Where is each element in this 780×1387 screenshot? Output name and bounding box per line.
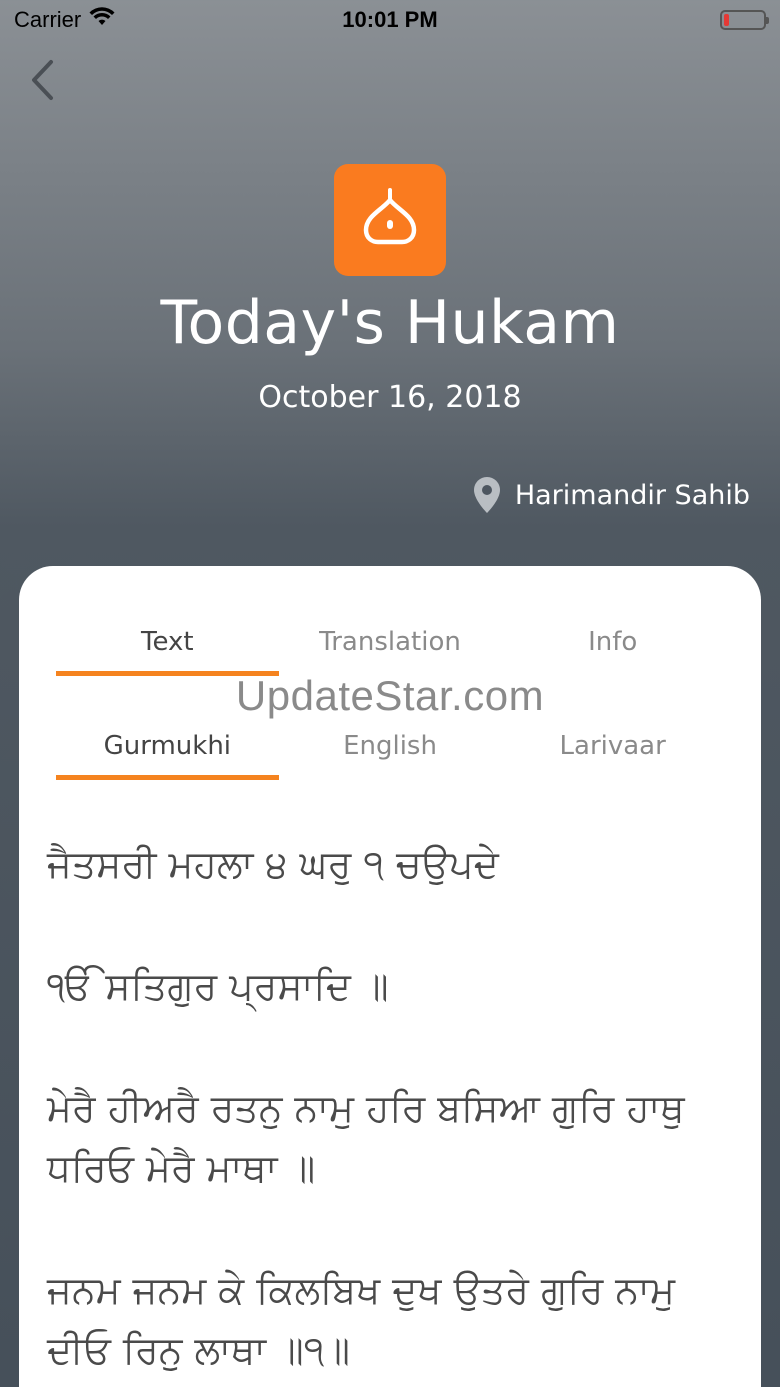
page-title: Today's Hukam [160,288,620,358]
carrier-label: Carrier [14,7,82,32]
verse-line: ੴ ਸਤਿਗੁਰ ਪ੍ਰਸਾਦਿ ॥ [47,964,389,1008]
tab-english[interactable]: English [279,720,502,780]
script-tabs: Gurmukhi English Larivaar [56,720,724,780]
chevron-left-icon [32,60,53,100]
dome-icon [363,188,417,245]
verse-line: ਮੇਰੈ ਹੀਅਰੈ ਰਤਨੁ ਨਾਮੁ ਹਰਿ ਬਸਿਆ ਗੁਰਿ ਹਾਥੁ … [47,1086,685,1190]
wifi-icon [89,7,115,33]
battery-icon [720,10,769,30]
status-bar: Carrier 10:01 PM [0,0,780,40]
verse-line: ਜੈਤਸਰੀ ਮਹਲਾ ੪ ਘਰੁ ੧ ਚਉਪਦੇ [47,842,499,886]
tab-translation[interactable]: Translation [279,616,502,676]
location-selector[interactable]: Harimandir Sahib [473,476,750,514]
gurbani-text: ਜੈਤਸਰੀ ਮਹਲਾ ੪ ਘਰੁ ੧ ਚਉਪਦੇ ੴ ਸਤਿਗੁਰ ਪ੍ਰਸਾ… [47,834,747,1387]
tab-text[interactable]: Text [56,616,279,676]
watermark-text: UpdateStar.com [235,672,545,719]
status-time: 10:01 PM [342,7,438,32]
app-icon [334,164,446,276]
hukam-date: October 16, 2018 [258,380,522,415]
location-label: Harimandir Sahib [514,479,750,511]
tab-info[interactable]: Info [501,616,724,676]
back-button[interactable] [22,58,62,102]
tab-larivaar[interactable]: Larivaar [501,720,724,780]
map-pin-icon [473,477,500,513]
hukam-card: Text Translation Info UpdateStar.com Gur… [19,566,761,1387]
tab-gurmukhi[interactable]: Gurmukhi [56,720,279,780]
status-left: Carrier [14,7,115,33]
verse-line: ਜਨਮ ਜਨਮ ਕੇ ਕਿਲਬਿਖ ਦੁਖ ਉਤਰੇ ਗੁਰਿ ਨਾਮੁ ਦੀਓ… [47,1268,675,1372]
main-tabs: Text Translation Info [56,616,724,676]
